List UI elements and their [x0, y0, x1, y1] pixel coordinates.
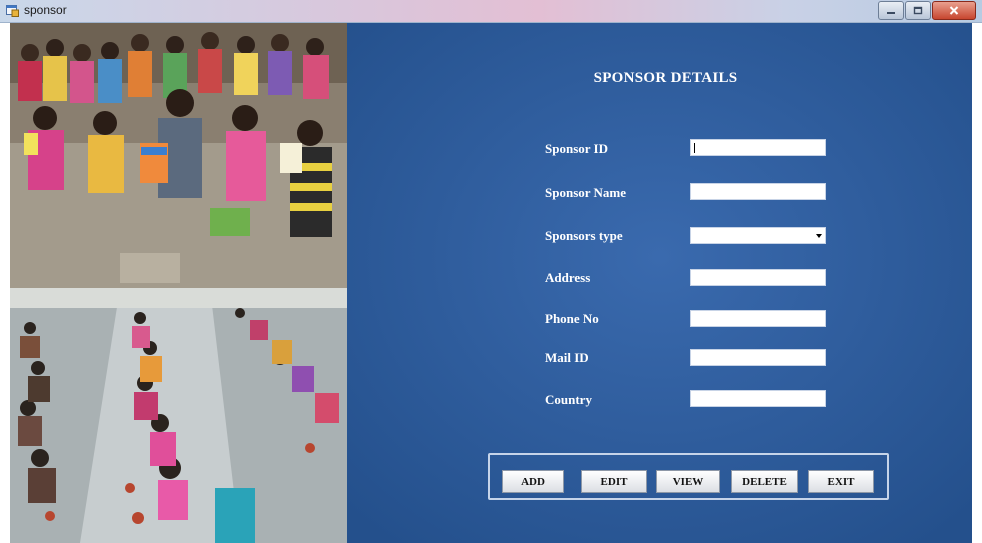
- country-label: Country: [545, 392, 592, 407]
- window-title: sponsor: [24, 3, 67, 17]
- photo-column: [10, 23, 347, 543]
- sponsor-name-field[interactable]: [690, 183, 826, 202]
- sponsor-id-label: Sponsor ID: [545, 141, 608, 156]
- country-field[interactable]: [690, 390, 826, 409]
- delete-button[interactable]: DELETE: [731, 470, 798, 493]
- page-title: SPONSOR DETAILS: [593, 70, 738, 86]
- add-button[interactable]: ADD: [502, 470, 564, 493]
- sponsors-type-dropdown[interactable]: [690, 227, 826, 244]
- minimize-button[interactable]: [878, 1, 904, 20]
- address-input[interactable]: [691, 272, 825, 288]
- window-controls: [877, 1, 976, 20]
- view-button[interactable]: VIEW: [656, 470, 720, 493]
- address-label: Address: [545, 270, 591, 285]
- minimize-icon: [887, 11, 895, 14]
- mail-id-input[interactable]: [691, 352, 825, 368]
- phone-no-input[interactable]: [691, 313, 825, 329]
- sponsor-window: sponsor SPONSOR DETAILS Sponsor ID Spons…: [0, 0, 982, 543]
- maximize-icon: [913, 6, 923, 15]
- title-bar[interactable]: sponsor: [0, 0, 982, 23]
- sponsor-details-panel: SPONSOR DETAILS Sponsor ID Sponsor Name …: [347, 23, 972, 543]
- phone-no-label: Phone No: [545, 311, 599, 326]
- children-eating-photo: [10, 288, 347, 543]
- mail-id-field[interactable]: [690, 349, 826, 368]
- mail-id-label: Mail ID: [545, 350, 589, 365]
- edit-button[interactable]: EDIT: [581, 470, 647, 493]
- close-icon: [949, 6, 959, 15]
- sponsor-id-field[interactable]: [690, 139, 826, 158]
- action-button-group: ADD EDIT VIEW DELETE EXIT: [488, 453, 889, 500]
- sponsor-id-input[interactable]: [691, 142, 825, 158]
- form-client-area: SPONSOR DETAILS Sponsor ID Sponsor Name …: [10, 23, 972, 543]
- exit-button[interactable]: EXIT: [808, 470, 874, 493]
- address-field[interactable]: [690, 269, 826, 288]
- children-with-books-photo: [10, 23, 347, 288]
- sponsors-type-label: Sponsors type: [545, 228, 623, 243]
- sponsor-name-input[interactable]: [691, 186, 825, 202]
- maximize-button[interactable]: [905, 1, 931, 20]
- close-button[interactable]: [932, 1, 976, 20]
- dropdown-arrow-icon[interactable]: [816, 234, 822, 238]
- country-input[interactable]: [691, 393, 825, 409]
- sponsor-name-label: Sponsor Name: [545, 185, 627, 200]
- phone-no-field[interactable]: [690, 310, 826, 329]
- app-icon: [6, 5, 19, 17]
- text-caret: [694, 143, 695, 153]
